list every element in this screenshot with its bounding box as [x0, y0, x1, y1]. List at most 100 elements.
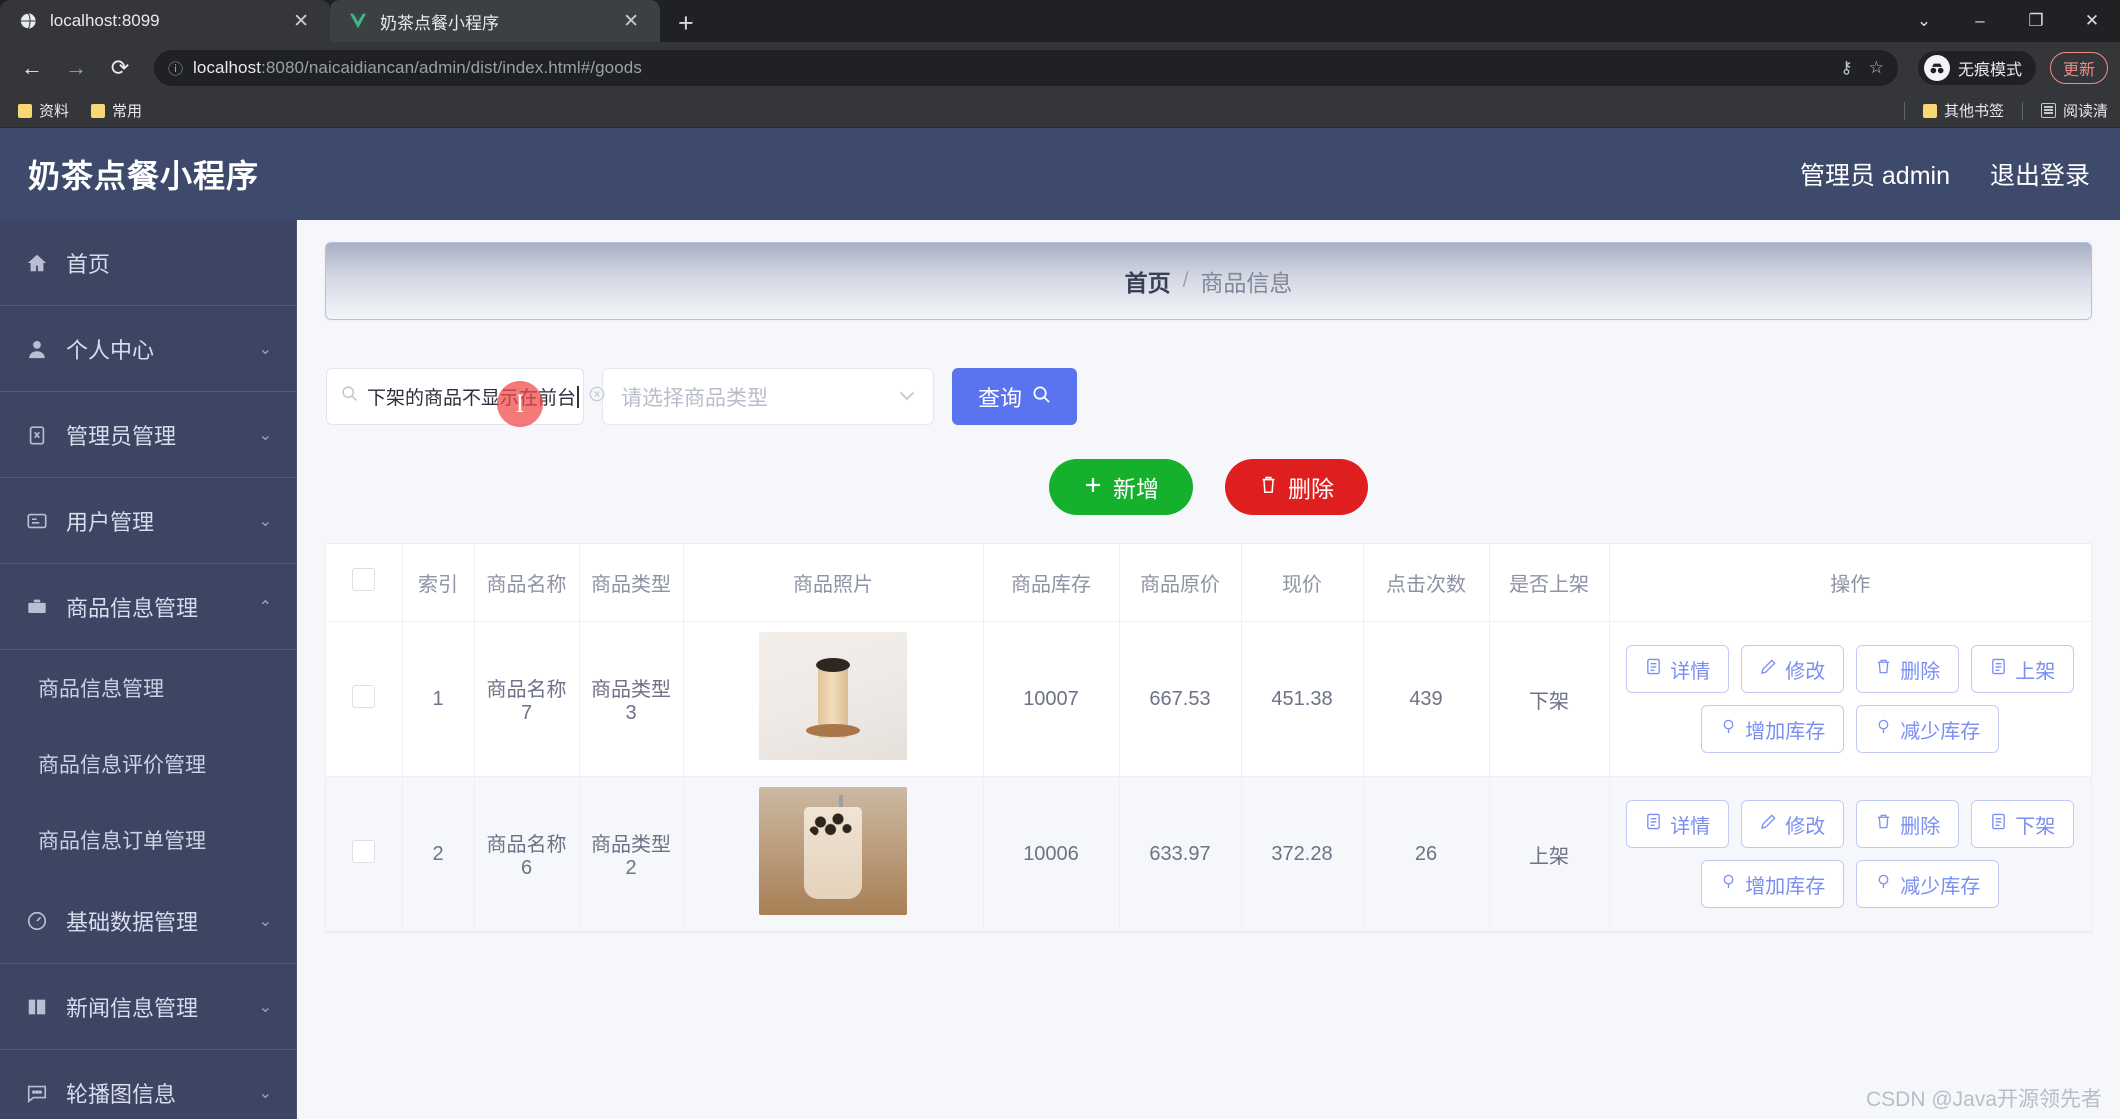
col-original-price: 商品原价 [1119, 544, 1242, 622]
pin-icon [1720, 718, 1737, 741]
op-label: 修改 [1785, 660, 1826, 683]
op-label: 修改 [1785, 815, 1826, 838]
browser-tab-2[interactable]: 奶茶点餐小程序 ✕ [330, 0, 660, 42]
col-operations: 操作 [1609, 544, 2091, 622]
op-label: 增加库存 [1745, 720, 1826, 743]
app-header: 奶茶点餐小程序 管理员 admin 退出登录 [0, 128, 2120, 220]
milk-tea-photo-2[interactable] [759, 787, 907, 915]
op-label: 上架 [2015, 660, 2056, 683]
sidebar-subitem-goods-order[interactable]: 商品信息订单管理 [0, 802, 296, 878]
reload-button[interactable]: ⟳ [100, 48, 140, 88]
row-checkbox[interactable] [352, 684, 376, 708]
cell-operations: 详情 修改 删除 下架 增加库存 减少库存 [1609, 776, 2091, 932]
bookmark-star-icon[interactable]: ☆ [1869, 58, 1884, 78]
op-label: 减少库存 [1900, 875, 1981, 898]
increase-stock-button[interactable]: 增加库存 [1701, 705, 1845, 753]
table-row: 2 商品名称 6 商品类型 2 10006 633.97 372.28 26 上… [326, 776, 2091, 932]
main-content: 首页 / 商品信息 下架的商品不显示在前台 请选择商品类型 查询 新增 删除 索… [297, 220, 2120, 1119]
breadcrumb-home[interactable]: 首页 [1125, 264, 1171, 298]
sidebar: 首页 个人中心 ⌄ 管理员管理 ⌄ 用户管理 ⌄ 商品信息管理 ⌃ 商品信息管理… [0, 220, 297, 1119]
maximize-icon[interactable]: ❐ [2008, 0, 2064, 42]
clear-circle-icon[interactable] [588, 385, 606, 409]
shelf-toggle-button[interactable]: 上架 [1971, 645, 2075, 693]
detail-icon [1645, 658, 1662, 681]
chevron-down-icon [899, 388, 915, 406]
edit-button[interactable]: 修改 [1741, 800, 1845, 848]
edit-icon [1760, 813, 1777, 836]
close-icon[interactable]: ✕ [618, 10, 644, 33]
sidebar-item-admin-management[interactable]: 管理员管理 ⌄ [0, 392, 296, 478]
detail-button[interactable]: 详情 [1626, 800, 1730, 848]
pin-icon [1875, 873, 1892, 896]
detail-icon [1990, 813, 2007, 836]
op-label: 增加库存 [1745, 875, 1826, 898]
sidebar-subitem-goods-info[interactable]: 商品信息管理 [0, 650, 296, 726]
search-input[interactable]: 下架的商品不显示在前台 [326, 368, 604, 425]
browser-tab-1[interactable]: localhost:8099 ✕ [0, 0, 330, 42]
sidebar-item-label: 管理员管理 [66, 423, 177, 449]
sidebar-item-goods-management[interactable]: 商品信息管理 ⌃ [0, 564, 296, 650]
sidebar-subitem-goods-review[interactable]: 商品信息评价管理 [0, 726, 296, 802]
reading-list-button[interactable]: 阅读清 [2033, 97, 2116, 124]
incognito-indicator[interactable]: 无痕模式 [1917, 51, 2036, 85]
forward-button[interactable]: → [56, 48, 96, 88]
row-delete-button[interactable]: 删除 [1856, 645, 1960, 693]
window-close-icon[interactable]: ✕ [2064, 0, 2120, 42]
search-input-value: 下架的商品不显示在前台 [367, 383, 579, 410]
milk-tea-photo-1[interactable] [759, 632, 907, 760]
detail-icon [1990, 658, 2007, 681]
address-bar-url: localhost:8080/naicaidiancan/admin/dist/… [193, 58, 1830, 78]
cell-photo [683, 776, 984, 932]
row-delete-button[interactable]: 删除 [1856, 800, 1960, 848]
sidebar-item-personal-center[interactable]: 个人中心 ⌄ [0, 306, 296, 392]
chevron-down-icon[interactable]: ⌄ [1896, 0, 1952, 42]
chevron-down-icon: ⌄ [258, 1084, 272, 1102]
edit-button[interactable]: 修改 [1741, 645, 1845, 693]
decrease-stock-button[interactable]: 减少库存 [1856, 705, 2000, 753]
query-button[interactable]: 查询 [952, 368, 1078, 425]
other-bookmarks-button[interactable]: 其他书签 [1915, 97, 2012, 124]
chevron-down-icon: ⌄ [258, 512, 272, 530]
id-card-icon [24, 508, 50, 534]
table-header-row: 索引 商品名称 商品类型 商品照片 商品库存 商品原价 现价 点击次数 是否上架… [326, 544, 2091, 622]
user-icon [24, 336, 50, 362]
cell-photo [683, 621, 984, 777]
other-bookmarks-label: 其他书签 [1943, 103, 2004, 120]
minimize-icon[interactable]: – [1952, 0, 2008, 42]
close-icon[interactable]: ✕ [288, 10, 314, 33]
address-bar[interactable]: ⓘ localhost:8080/naicaidiancan/admin/dis… [154, 50, 1898, 86]
bookmark-item-1[interactable]: 常用 [83, 97, 150, 124]
breadcrumb-separator: / [1182, 269, 1189, 292]
logout-button[interactable]: 退出登录 [1990, 156, 2090, 192]
chevron-down-icon: ⌄ [258, 912, 272, 930]
bookmark-label: 常用 [112, 103, 143, 120]
password-key-icon[interactable]: ⚷ [1840, 58, 1852, 78]
gauge-icon [24, 908, 50, 934]
select-all-checkbox[interactable] [352, 568, 376, 591]
detail-button[interactable]: 详情 [1626, 645, 1730, 693]
new-tab-button[interactable]: + [660, 10, 712, 37]
add-button[interactable]: 新增 [1049, 459, 1193, 515]
breadcrumb-current: 商品信息 [1200, 270, 1293, 296]
sidebar-item-news-management[interactable]: 新闻信息管理 ⌄ [0, 964, 296, 1050]
url-path: :8080/naicaidiancan/admin/dist/index.htm… [261, 58, 642, 77]
bookmark-item-0[interactable]: 资料 [10, 97, 77, 124]
shelf-toggle-button[interactable]: 下架 [1971, 800, 2075, 848]
increase-stock-button[interactable]: 增加库存 [1701, 860, 1845, 908]
incognito-label: 无痕模式 [1957, 62, 2022, 79]
info-icon[interactable]: ⓘ [168, 58, 183, 79]
sidebar-item-home[interactable]: 首页 [0, 220, 296, 306]
col-shelf-status: 是否上架 [1489, 544, 1610, 622]
sidebar-item-carousel[interactable]: 轮播图信息 ⌄ [0, 1050, 296, 1119]
sidebar-item-user-management[interactable]: 用户管理 ⌄ [0, 478, 296, 564]
goods-type-select[interactable]: 请选择商品类型 [602, 368, 934, 425]
back-button[interactable]: ← [12, 48, 52, 88]
col-photo: 商品照片 [683, 544, 984, 622]
sidebar-item-base-data[interactable]: 基础数据管理 ⌄ [0, 878, 296, 964]
update-button[interactable]: 更新 [2049, 52, 2108, 84]
decrease-stock-button[interactable]: 减少库存 [1856, 860, 2000, 908]
row-checkbox[interactable] [352, 839, 376, 863]
delete-button[interactable]: 删除 [1225, 459, 1368, 515]
boba [808, 810, 858, 841]
window-controls: ⌄ – ❐ ✕ [1896, 0, 2120, 42]
